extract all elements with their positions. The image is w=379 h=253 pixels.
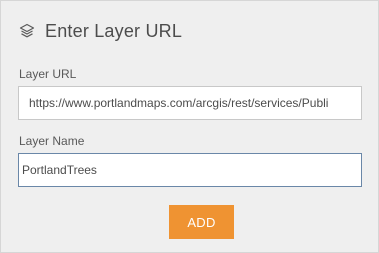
panel-header: Enter Layer URL bbox=[18, 19, 182, 43]
layer-name-input[interactable] bbox=[18, 153, 362, 187]
panel-title: Enter Layer URL bbox=[45, 20, 183, 41]
layer-url-label: Layer URL bbox=[19, 67, 77, 81]
layers-icon bbox=[18, 22, 36, 40]
enter-layer-url-panel: Enter Layer URL Layer URL Layer Name ADD bbox=[0, 0, 379, 253]
add-button[interactable]: ADD bbox=[169, 205, 234, 239]
layer-url-input[interactable] bbox=[18, 86, 362, 120]
layer-name-label: Layer Name bbox=[19, 134, 85, 148]
